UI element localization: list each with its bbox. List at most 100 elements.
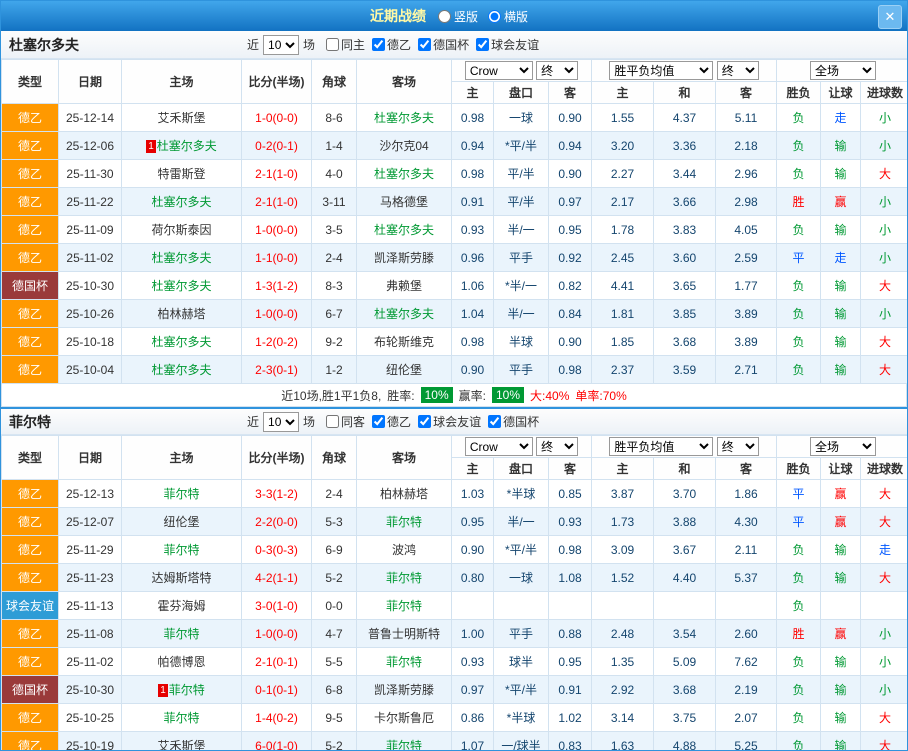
home-team: 杜塞尔多夫 [121,355,242,384]
away-team: 菲尔特 [356,563,452,592]
team-name: 凯泽斯劳滕 [373,683,434,697]
avg-home-odds: 1.35 [591,647,655,676]
home-odds: 1.07 [451,731,494,750]
match-type-badge: 德乙 [1,299,59,328]
filter-checkbox[interactable]: 德国杯 [488,413,539,430]
corner-count: 4-7 [311,619,357,648]
match-score: 1-1(0-0) [241,243,312,272]
avg-time-select[interactable]: 终 [716,61,759,80]
col-avg-home: 主 [591,81,655,104]
away-team: 杜塞尔多夫 [356,215,452,244]
match-score: 1-0(0-0) [241,299,312,328]
match-score: 1-4(0-2) [241,703,312,732]
horizontal-mode-option[interactable]: 横版 [488,8,528,25]
handicap-line: 球半 [493,647,549,676]
avg-home-odds: 4.41 [591,271,655,300]
filter-checkbox[interactable]: 球会友谊 [418,413,481,430]
team-name: 杜塞尔多夫 [151,251,212,265]
odds-company-select[interactable]: Crow [464,61,533,80]
table-header: 类型 日期 主场 比分(半场) 角球 客场 Crow 终 胜平负均值 终 全场 … [1,435,907,480]
avg-draw-odds: 3.36 [653,131,717,160]
avg-away-odds: 1.86 [715,479,778,508]
checkbox-input[interactable] [326,414,340,428]
matches-table: 类型 日期 主场 比分(半场) 角球 客场 Crow 终 胜平负均值 终 全场 … [1,59,907,384]
result-cell: 负 [776,103,822,132]
checkbox-input[interactable] [372,414,386,428]
match-type-badge: 德乙 [1,731,59,750]
handicap-line [493,591,549,620]
handicap-line: *半球 [493,479,549,508]
match-row: 德国杯 25-10-30 杜塞尔多夫 1-3(1-2) 8-3 弗赖堡 1.06 *半/一 0.… [1,271,907,300]
match-type-badge: 德国杯 [1,675,59,704]
checkbox-input[interactable] [326,37,340,51]
avg-away-odds: 4.30 [715,507,778,536]
avg-home-odds: 1.78 [591,215,655,244]
horizontal-mode-radio[interactable] [488,9,501,23]
handicap-result-cell: 输 [820,131,862,160]
home-odds: 1.04 [451,299,494,328]
avg-away-odds: 2.07 [715,703,778,732]
odds-time-select[interactable]: 终 [536,61,579,80]
avg-away-odds: 5.25 [715,731,778,750]
filter-checkbox[interactable]: 同主 [326,36,365,53]
away-odds: 0.93 [547,507,593,536]
avg-odds-select[interactable]: 胜平负均值 [609,437,714,456]
match-score: 0-2(0-1) [241,131,312,160]
avg-away-odds: 3.89 [715,327,778,356]
match-count-select[interactable]: 10 [263,34,300,55]
odds-time-select[interactable]: 终 [536,437,579,456]
avg-time-select[interactable]: 终 [716,437,759,456]
handicap-result-cell: 走 [820,103,862,132]
close-icon[interactable]: ✕ [878,5,902,29]
filter-checkbox[interactable]: 德乙 [372,36,411,53]
filter-checkbox[interactable]: 德乙 [372,413,411,430]
match-type-badge: 德乙 [1,647,59,676]
team-name: 艾禾斯堡 [157,111,206,125]
match-row: 德乙 25-10-04 杜塞尔多夫 2-3(0-1) 1-2 纽伦堡 0.90 平手 0.98 2… [1,355,907,384]
team-name: 沙尔克04 [379,139,429,153]
avg-away-odds: 3.89 [715,299,778,328]
away-team: 凯泽斯劳滕 [356,243,452,272]
checkbox-input[interactable] [418,37,432,51]
match-date: 25-12-13 [58,479,122,508]
match-count-select[interactable]: 10 [263,411,300,432]
match-date: 25-11-09 [58,215,122,244]
filter-checkbox[interactable]: 德国杯 [418,36,469,53]
team-name: 菲尔特 [163,627,200,641]
match-type-badge: 德乙 [1,355,59,384]
col-goals: 进球数 [860,457,907,480]
away-team: 柏林赫塔 [356,479,452,508]
team-name: 特雷斯登 [157,167,206,181]
avg-away-odds: 4.05 [715,215,778,244]
vertical-mode-option[interactable]: 竖版 [437,8,478,25]
filter-bar: 近 10 场 同客 德乙 球会友谊 德国杯 [247,411,539,432]
scope-select[interactable]: 全场 [810,437,877,456]
match-type-badge: 德国杯 [1,271,59,300]
vertical-mode-radio[interactable] [437,9,451,23]
match-date: 25-12-14 [58,103,122,132]
filter-checkbox-group: 同主 德乙 德国杯 球会友谊 [319,36,539,54]
avg-odds-select[interactable]: 胜平负均值 [609,61,714,80]
goals-result-cell: 小 [860,243,907,272]
result-cell: 负 [776,563,822,592]
checkbox-input[interactable] [372,37,386,51]
goals-result-cell: 大 [860,327,907,356]
col-away: 客场 [356,435,452,480]
match-score: 3-0(1-0) [241,591,312,620]
match-type-badge: 德乙 [1,131,59,160]
filter-checkbox[interactable]: 同客 [326,413,365,430]
checkbox-input[interactable] [418,414,432,428]
checkbox-input[interactable] [476,37,490,51]
filter-checkbox[interactable]: 球会友谊 [476,36,539,53]
avg-draw-odds: 3.75 [653,703,717,732]
checkbox-input[interactable] [488,414,502,428]
scope-select[interactable]: 全场 [810,61,877,80]
odds-company-select[interactable]: Crow [464,437,533,456]
col-let: 让球 [820,81,862,104]
corner-count: 3-11 [311,187,357,216]
col-corner: 角球 [311,435,357,480]
away-team: 卡尔斯鲁厄 [356,703,452,732]
match-type-badge: 德乙 [1,103,59,132]
avg-home-odds: 2.92 [591,675,655,704]
match-row: 德乙 25-10-26 柏林赫塔 1-0(0-0) 6-7 杜塞尔多夫 1.04 半/一 0.8… [1,299,907,328]
